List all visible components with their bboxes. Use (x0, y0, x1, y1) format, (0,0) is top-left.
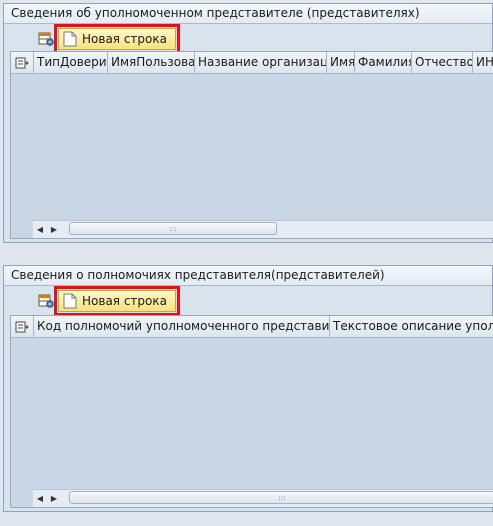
authorities-panel: Сведения о полномочиях представителя(пре… (3, 265, 493, 512)
new-row-label: Новая строка (82, 32, 167, 46)
scroll-left-icon[interactable]: ◀ (33, 491, 47, 506)
representatives-table: ТипДоверит ИмяПользоват Название организ… (10, 51, 493, 239)
scroll-right-icon[interactable]: ▶ (47, 491, 61, 506)
column-header[interactable]: Текстовое описание уполно (330, 316, 493, 337)
column-header[interactable]: ТипДоверит (34, 52, 108, 73)
table-settings-icon[interactable] (36, 30, 56, 48)
new-row-button[interactable]: Новая строка (54, 24, 180, 54)
horizontal-scrollbar[interactable]: ◀ ▶ ::: (33, 220, 493, 238)
select-column-icon[interactable] (11, 52, 34, 73)
horizontal-scrollbar[interactable]: ◀ ▶ ::: (33, 489, 493, 507)
authorities-table: Код полномочий уполномоченного представи… (10, 315, 493, 508)
scroll-left-icon[interactable]: ◀ (33, 222, 47, 237)
column-header[interactable]: ИНН (473, 52, 493, 73)
new-document-icon (63, 293, 77, 309)
representatives-panel: Сведения об уполномоченном представителе… (3, 3, 493, 243)
scroll-grip: ::: (169, 224, 177, 233)
toolbar: Новая строка (36, 286, 180, 316)
scroll-thumb[interactable]: ::: (69, 491, 493, 504)
column-header[interactable]: Код полномочий уполномоченного представи… (34, 316, 330, 337)
table-header: ТипДоверит ИмяПользоват Название организ… (11, 52, 493, 74)
column-header[interactable]: ИмяПользоват (108, 52, 195, 73)
table-header: Код полномочий уполномоченного представи… (11, 316, 493, 338)
panel-title: Сведения о полномочиях представителя(пре… (4, 266, 492, 286)
table-settings-icon[interactable] (36, 292, 56, 310)
column-header[interactable]: Имя (327, 52, 355, 73)
column-header[interactable]: Отчество (412, 52, 473, 73)
scroll-thumb[interactable]: ::: (69, 222, 277, 235)
select-column-icon[interactable] (11, 316, 34, 337)
toolbar: Новая строка (36, 24, 180, 54)
column-header[interactable]: Фамилия (355, 52, 412, 73)
scroll-right-icon[interactable]: ▶ (47, 222, 61, 237)
panel-title: Сведения об уполномоченном представителе… (4, 4, 492, 24)
new-document-icon (63, 31, 77, 47)
column-header[interactable]: Название организации (195, 52, 327, 73)
new-row-button[interactable]: Новая строка (54, 286, 180, 316)
new-row-label: Новая строка (82, 294, 167, 308)
scroll-grip: ::: (278, 493, 286, 502)
